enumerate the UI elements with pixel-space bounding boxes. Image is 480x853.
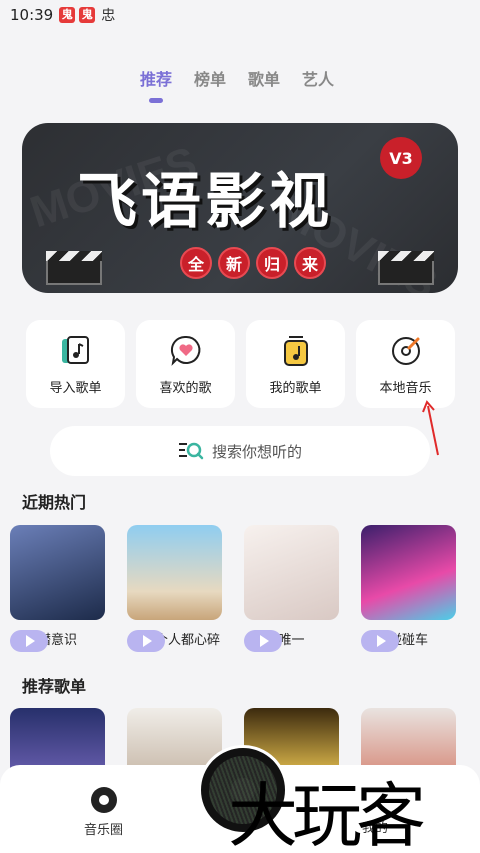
notification-icon: 鬼 bbox=[59, 7, 76, 23]
clapperboard-icon bbox=[46, 251, 102, 285]
hot-item[interactable]: 潜意识 bbox=[10, 525, 105, 652]
section-title-hot: 近期热门 bbox=[22, 493, 87, 512]
album-cover bbox=[10, 525, 105, 620]
heart-chat-icon bbox=[170, 335, 200, 366]
banner-badges: 全 新 归 来 bbox=[180, 247, 326, 279]
play-icon[interactable] bbox=[361, 630, 399, 652]
quick-label: 本地音乐 bbox=[379, 380, 432, 396]
disc-icon bbox=[90, 787, 117, 813]
hot-item[interactable]: 碰碰车 bbox=[361, 525, 456, 652]
search-input[interactable]: 搜索你想听的 bbox=[50, 426, 430, 476]
notification-icon: 鬼 bbox=[79, 7, 96, 23]
hot-item[interactable]: 唯一 bbox=[244, 525, 339, 652]
local-music-button[interactable]: 本地音乐 bbox=[356, 320, 455, 408]
nav-music-circle[interactable]: 音乐圈 bbox=[84, 787, 123, 838]
promo-banner[interactable]: MOVIES MOVIES 飞语影视 V3 全 新 归 来 bbox=[22, 123, 458, 293]
tab-label: 榜单 bbox=[194, 70, 227, 89]
my-playlist-button[interactable]: 我的歌单 bbox=[246, 320, 345, 408]
quick-label: 我的歌单 bbox=[269, 380, 322, 396]
import-playlist-button[interactable]: 导入歌单 bbox=[26, 320, 125, 408]
import-playlist-icon bbox=[61, 335, 89, 364]
album-cover bbox=[127, 525, 222, 620]
tab-artists[interactable]: 艺人 bbox=[302, 66, 334, 90]
top-tabs: 推荐 榜单 歌单 艺人 bbox=[0, 66, 480, 103]
quick-label: 导入歌单 bbox=[49, 380, 102, 396]
search-placeholder: 搜索你想听的 bbox=[211, 442, 302, 461]
play-icon[interactable] bbox=[127, 630, 165, 652]
banner-title: 飞语影视 bbox=[77, 167, 333, 237]
tab-label: 歌单 bbox=[248, 70, 281, 89]
tab-label: 艺人 bbox=[302, 70, 335, 89]
nav-label: 音乐圈 bbox=[84, 823, 124, 838]
play-icon[interactable] bbox=[10, 630, 48, 652]
tab-charts[interactable]: 榜单 bbox=[194, 66, 226, 90]
hot-item[interactable]: 让每个人都心碎 bbox=[127, 525, 222, 652]
tab-playlists[interactable]: 歌单 bbox=[248, 66, 280, 90]
version-badge: V3 bbox=[380, 137, 422, 179]
status-time: 10:39 bbox=[10, 6, 54, 24]
status-bar: 10:39 鬼 鬼 忠 bbox=[0, 0, 480, 30]
banner-badge: 新 bbox=[218, 247, 250, 279]
banner-badge: 归 bbox=[256, 247, 288, 279]
notification-icon: 忠 bbox=[101, 8, 116, 24]
watermark: 大玩客 bbox=[228, 775, 426, 853]
tab-label: 推荐 bbox=[140, 70, 173, 89]
album-cover bbox=[361, 525, 456, 620]
clapperboard-icon bbox=[378, 251, 434, 285]
local-disc-icon bbox=[391, 336, 420, 365]
quick-actions: 导入歌单 喜欢的歌 我的歌单 本地音乐 bbox=[26, 320, 456, 408]
liked-songs-button[interactable]: 喜欢的歌 bbox=[136, 320, 235, 408]
hot-list: 潜意识 让每个人都心碎 唯一 碰碰车 bbox=[10, 525, 456, 652]
album-cover bbox=[244, 525, 339, 620]
my-playlist-icon bbox=[283, 335, 308, 366]
section-title-recommend: 推荐歌单 bbox=[22, 677, 87, 696]
quick-label: 喜欢的歌 bbox=[159, 380, 212, 396]
search-icon bbox=[178, 442, 204, 460]
banner-badge: 全 bbox=[180, 247, 212, 279]
banner-badge: 来 bbox=[294, 247, 326, 279]
tab-indicator bbox=[149, 98, 163, 103]
play-icon[interactable] bbox=[244, 630, 282, 652]
tab-recommend[interactable]: 推荐 bbox=[140, 66, 173, 103]
